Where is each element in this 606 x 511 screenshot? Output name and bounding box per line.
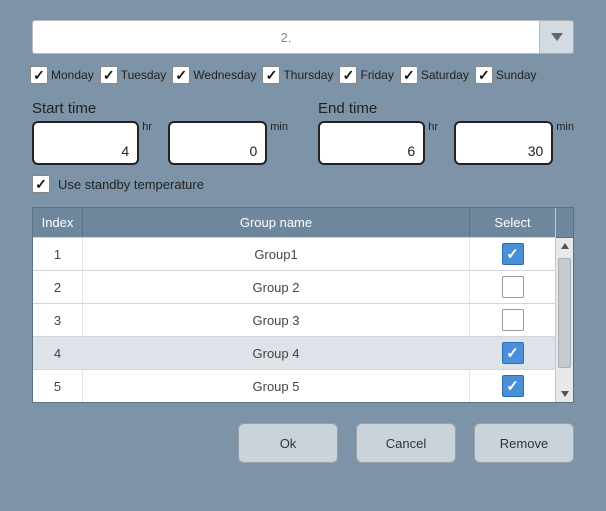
table-scrollbar[interactable]	[555, 208, 573, 402]
groups-table: Index Group name Select 1Group12Group 23…	[32, 207, 574, 403]
day-checkbox-friday[interactable]	[339, 66, 357, 84]
standby-checkbox[interactable]	[32, 175, 50, 193]
select-checkbox[interactable]	[502, 309, 524, 331]
day-checkbox-tuesday[interactable]	[100, 66, 118, 84]
table-row[interactable]: 2Group 2	[33, 270, 555, 303]
start-time-hr-input[interactable]: 4	[32, 121, 139, 165]
start-time-min-input[interactable]: 0	[168, 121, 267, 165]
cell-index: 1	[33, 238, 83, 270]
end-time-hr-input[interactable]: 6	[318, 121, 425, 165]
chevron-down-icon	[551, 33, 563, 41]
cell-select	[470, 370, 555, 402]
end-time-label: End time	[318, 100, 574, 117]
select-checkbox[interactable]	[502, 375, 524, 397]
day-checkbox-thursday[interactable]	[262, 66, 280, 84]
day-checkbox-sunday[interactable]	[475, 66, 493, 84]
day-checkbox-monday[interactable]	[30, 66, 48, 84]
cell-index: 4	[33, 337, 83, 369]
day-label: Saturday	[421, 68, 469, 82]
days-row: Monday Tuesday Wednesday Thursday Friday Satu…	[30, 66, 576, 84]
arrow-up-icon	[561, 243, 569, 249]
standby-label: Use standby temperature	[58, 177, 204, 192]
table-row[interactable]: 4Group 4	[33, 336, 555, 369]
scroll-up-button[interactable]	[556, 238, 573, 254]
day-label: Friday	[360, 68, 393, 82]
scroll-track[interactable]	[556, 254, 573, 386]
end-time-min-input[interactable]: 30	[454, 121, 553, 165]
cell-name: Group 2	[83, 271, 470, 303]
schedule-select[interactable]: 2.	[32, 20, 540, 54]
day-label: Monday	[51, 68, 94, 82]
cell-select	[470, 271, 555, 303]
select-checkbox[interactable]	[502, 243, 524, 265]
cell-select	[470, 238, 555, 270]
ok-button[interactable]: Ok	[238, 423, 338, 463]
min-unit: min	[556, 121, 574, 133]
schedule-select-value: 2.	[281, 30, 292, 45]
day-checkbox-saturday[interactable]	[400, 66, 418, 84]
day-label: Sunday	[496, 68, 537, 82]
cell-index: 5	[33, 370, 83, 402]
cell-select	[470, 304, 555, 336]
cell-name: Group 3	[83, 304, 470, 336]
day-checkbox-wednesday[interactable]	[172, 66, 190, 84]
table-row[interactable]: 3Group 3	[33, 303, 555, 336]
schedule-select-dropdown-button[interactable]	[540, 20, 574, 54]
day-label: Tuesday	[121, 68, 167, 82]
arrow-down-icon	[561, 391, 569, 397]
select-checkbox[interactable]	[502, 342, 524, 364]
table-row[interactable]: 5Group 5	[33, 369, 555, 402]
scroll-thumb[interactable]	[558, 258, 571, 368]
day-label: Wednesday	[193, 68, 256, 82]
cell-name: Group1	[83, 238, 470, 270]
cancel-button[interactable]: Cancel	[356, 423, 456, 463]
col-header-index: Index	[33, 208, 83, 237]
cell-select	[470, 337, 555, 369]
hr-unit: hr	[142, 121, 152, 133]
day-label: Thursday	[283, 68, 333, 82]
col-header-select: Select	[470, 208, 555, 237]
min-unit: min	[270, 121, 288, 133]
scroll-down-button[interactable]	[556, 386, 573, 402]
hr-unit: hr	[428, 121, 438, 133]
remove-button[interactable]: Remove	[474, 423, 574, 463]
cell-name: Group 4	[83, 337, 470, 369]
cell-name: Group 5	[83, 370, 470, 402]
start-time-label: Start time	[32, 100, 288, 117]
col-header-name: Group name	[83, 208, 470, 237]
select-checkbox[interactable]	[502, 276, 524, 298]
table-row[interactable]: 1Group1	[33, 237, 555, 270]
cell-index: 2	[33, 271, 83, 303]
cell-index: 3	[33, 304, 83, 336]
